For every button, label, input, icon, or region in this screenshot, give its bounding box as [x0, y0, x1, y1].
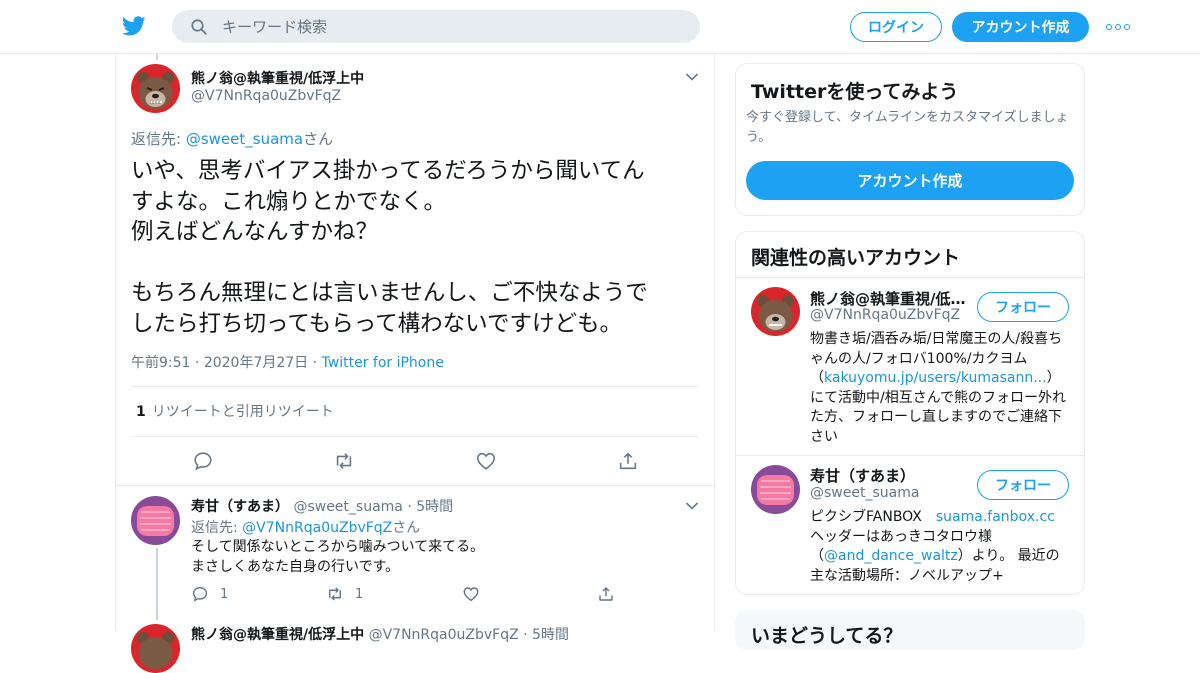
- top-navigation-bar: ログイン アカウント作成: [0, 0, 1200, 54]
- search-box[interactable]: [172, 10, 700, 43]
- divider: [736, 455, 1084, 456]
- reply-tweet-text: そして関係ないところから噛みついて来てる。 まさしくあなた自身の行いです。: [191, 539, 485, 575]
- bear-avatar-icon: [131, 64, 180, 113]
- bio-text: ピクシブFANBOX: [810, 509, 936, 525]
- search-input[interactable]: [222, 10, 682, 43]
- reply-time[interactable]: 5時間: [416, 499, 453, 515]
- share-icon[interactable]: [617, 450, 639, 472]
- reply-author-name[interactable]: 寿甘（すあま）: [191, 499, 289, 515]
- retweet-icon[interactable]: [333, 450, 355, 472]
- bear-avatar-icon: [131, 624, 180, 673]
- retweet-icon[interactable]: [326, 585, 344, 603]
- more-options-icon[interactable]: [1106, 17, 1130, 37]
- section-divider: [116, 485, 714, 486]
- try-twitter-card: Twitterを使ってみよう 今すぐ登録して、タイムラインをカスタマイズしましょ…: [735, 63, 1085, 216]
- reply-to-prefix: 返信先:: [131, 130, 186, 148]
- bear-avatar-icon: [751, 287, 800, 336]
- account-name[interactable]: 熊ノ翁@執筆重視/低浮上中: [810, 288, 966, 309]
- card-title: 関連性の高いアカウント: [751, 247, 961, 269]
- thread-connector: [156, 548, 158, 620]
- avatar[interactable]: [131, 624, 180, 673]
- avatar[interactable]: [131, 64, 180, 113]
- tweet-date[interactable]: 2020年7月27日: [204, 355, 308, 371]
- bio-link[interactable]: suama.fanbox.cc: [936, 509, 1055, 525]
- divider: [736, 277, 1084, 278]
- tweet-author-handle[interactable]: @V7NnRqa0uZbvFqZ: [191, 88, 341, 104]
- retweet-count: 1: [355, 587, 364, 602]
- follow-button[interactable]: フォロー: [977, 292, 1069, 322]
- reply-to-suffix: さん: [392, 520, 421, 536]
- avatar[interactable]: [751, 465, 800, 514]
- reply-icon[interactable]: [191, 585, 209, 603]
- thread-connector: [156, 54, 158, 60]
- chevron-down-icon[interactable]: [685, 72, 699, 82]
- account-name[interactable]: 寿甘（すあま）: [810, 465, 966, 486]
- related-accounts-card: 関連性の高いアカウント 熊ノ翁@執筆重視/低浮上中 @V7NnRqa0uZbvF…: [735, 231, 1085, 595]
- tweet-metadata: 午前9:51 · 2020年7月27日 · Twitter for iPhone: [131, 352, 444, 372]
- tweet-source-link[interactable]: Twitter for iPhone: [322, 355, 444, 371]
- main-timeline: 熊ノ翁@執筆重視/低浮上中 @V7NnRqa0uZbvFqZ 返信先: @swe…: [115, 54, 715, 673]
- reply-to-link[interactable]: @V7NnRqa0uZbvFqZ: [242, 520, 392, 536]
- reply-count: 1: [220, 587, 229, 602]
- card-title: いまどうしてる？: [751, 625, 903, 647]
- reply-to-line: 返信先: @sweet_suamaさん: [131, 128, 333, 149]
- reply-to-line: 返信先: @V7NnRqa0uZbvFqZさん: [191, 517, 420, 537]
- reply-author-handle[interactable]: @sweet_suama: [293, 499, 402, 515]
- pink-mochi-avatar-icon: [751, 465, 800, 514]
- follow-button[interactable]: フォロー: [977, 470, 1069, 500]
- account-handle[interactable]: @sweet_suama: [810, 485, 919, 501]
- bio-link[interactable]: @and_dance_waltz: [824, 548, 958, 564]
- reply-author-line[interactable]: 寿甘（すあま） @sweet_suama · 5時間: [191, 496, 453, 516]
- like-icon[interactable]: [462, 585, 480, 603]
- reply-to-suffix: さん: [303, 130, 334, 148]
- divider: [131, 436, 699, 437]
- search-icon: [191, 19, 207, 35]
- share-icon[interactable]: [597, 585, 615, 603]
- retweet-label: リツイートと引用リツイート: [151, 404, 334, 420]
- reply-icon[interactable]: [192, 450, 214, 472]
- next-tweet-author-line[interactable]: 熊ノ翁@執筆重視/低浮上中 @V7NnRqa0uZbvFqZ · 5時間: [191, 624, 569, 644]
- pink-mochi-avatar-icon: [131, 496, 180, 545]
- signup-button[interactable]: アカウント作成: [952, 12, 1089, 42]
- account-bio: 物書き垢/酒呑み垢/日常魔王の人/殺喜ちゃんの人/フォロバ100%/カクヨム（k…: [810, 330, 1072, 447]
- chevron-down-icon[interactable]: [685, 501, 699, 511]
- separator-dot: ·: [312, 355, 318, 371]
- tweet-text: いや、思考バイアス掛かってるだろうから聞いてん すよな。これ煽りとかでなく。 例…: [131, 158, 648, 337]
- twitter-bird-icon[interactable]: [121, 14, 147, 38]
- divider: [131, 386, 699, 387]
- trends-card: いまどうしてる？: [735, 610, 1085, 650]
- tweet-author-name[interactable]: 熊ノ翁@執筆重視/低浮上中: [191, 68, 364, 88]
- retweet-count: 1: [136, 404, 146, 420]
- account-bio: ピクシブFANBOX suama.fanbox.cc ヘッダーはあっきコタロウ様（…: [810, 508, 1072, 586]
- separator-dot: ·: [407, 499, 412, 515]
- avatar[interactable]: [131, 496, 180, 545]
- next-tweet-time[interactable]: 5時間: [532, 627, 569, 643]
- like-icon[interactable]: [475, 450, 497, 472]
- reply-to-link[interactable]: @sweet_suama: [186, 130, 303, 148]
- separator-dot: ·: [523, 627, 528, 643]
- bio-link[interactable]: kakuyomu.jp/users/kumasann...: [824, 370, 1047, 386]
- account-handle[interactable]: @V7NnRqa0uZbvFqZ: [810, 307, 960, 323]
- reply-to-prefix: 返信先:: [191, 520, 243, 536]
- card-description: 今すぐ登録して、タイムラインをカスタマイズしましょう。: [746, 110, 1069, 145]
- separator-dot: ·: [194, 355, 200, 371]
- retweet-stats[interactable]: 1 リツイートと引用リツイート: [136, 401, 334, 421]
- card-title: Twitterを使ってみよう: [751, 81, 959, 103]
- login-button[interactable]: ログイン: [850, 12, 942, 42]
- avatar[interactable]: [751, 287, 800, 336]
- next-tweet-author-handle[interactable]: @V7NnRqa0uZbvFqZ: [369, 627, 519, 643]
- tweet-time[interactable]: 午前9:51: [131, 355, 190, 371]
- signup-button[interactable]: アカウント作成: [746, 161, 1074, 200]
- next-tweet-author-name[interactable]: 熊ノ翁@執筆重視/低浮上中: [191, 627, 364, 643]
